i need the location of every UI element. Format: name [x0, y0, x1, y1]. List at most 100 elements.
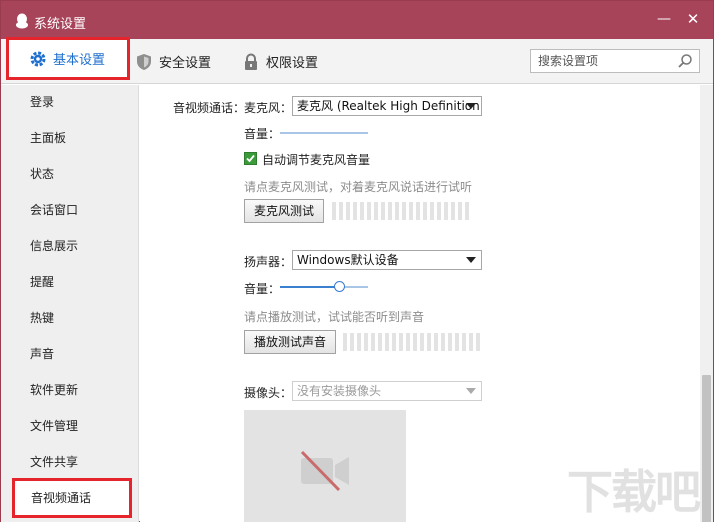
meter-bar [353, 202, 357, 220]
mic-volume-label: 音量： [244, 127, 281, 141]
meter-bar [434, 333, 438, 351]
lock-icon [245, 53, 257, 70]
meter-bar [339, 202, 343, 220]
shield-icon [137, 53, 151, 70]
watermark: 下载吧 [567, 465, 701, 519]
meter-bar [367, 202, 371, 220]
camera-off-icon [300, 450, 349, 492]
speaker-label: 扬声器： [244, 255, 293, 269]
mic-device-select[interactable]: 麦克风 (Realtek High Definition ... [292, 96, 482, 116]
meter-bar [385, 333, 389, 351]
meter-bar [465, 202, 469, 220]
camera-device-value: 没有安装摄像头 [297, 384, 382, 398]
speaker-device-select[interactable]: Windows默认设备 [292, 250, 482, 270]
meter-bar [343, 333, 347, 351]
speaker-level-meter [343, 333, 480, 351]
camera-label: 摄像头： [244, 386, 293, 400]
mic-hint: 请点麦克风测试，对着麦克风说话进行试听 [244, 180, 473, 194]
settings-search [530, 49, 700, 73]
search-icon[interactable] [677, 53, 693, 69]
speaker-hint: 请点播放测试，试试能否听到声音 [244, 310, 425, 324]
meter-bar [350, 333, 354, 351]
gear-icon [30, 51, 46, 66]
sidebar-item-chat-window[interactable]: 会话窗口 [1, 195, 138, 225]
tab-security-settings[interactable]: 安全设置 [135, 39, 231, 84]
meter-bar [381, 202, 385, 220]
speaker-device-value: Windows默认设备 [297, 253, 399, 267]
speaker-volume-knob[interactable] [334, 281, 345, 292]
meter-bar [476, 333, 480, 351]
mic-volume-slider[interactable] [280, 132, 368, 134]
penguin-logo-icon [16, 13, 28, 29]
meter-bar [469, 333, 473, 351]
sidebar-item-file-management[interactable]: 文件管理 [1, 411, 138, 441]
sidebar-item-info-display[interactable]: 信息展示 [1, 231, 138, 261]
sidebar-item-main-panel[interactable]: 主面板 [1, 123, 138, 153]
checkmark-icon [246, 154, 255, 163]
settings-sidebar: 登录 主面板 状态 会话窗口 信息展示 提醒 热键 声音 软件更新 文件管理 文… [1, 85, 139, 522]
meter-bar [413, 333, 417, 351]
sidebar-item-file-sharing[interactable]: 文件共享 [1, 447, 138, 477]
speaker-volume-label: 音量： [244, 282, 281, 296]
meter-bar [406, 333, 410, 351]
meter-bar [360, 202, 364, 220]
meter-bar [332, 202, 336, 220]
meter-bar [399, 333, 403, 351]
minimize-button[interactable]: — [655, 9, 673, 29]
mic-label: 麦克风： [244, 101, 293, 115]
close-button[interactable]: ✕ [684, 9, 702, 29]
meter-bar [430, 202, 434, 220]
meter-bar [437, 202, 441, 220]
tab-label: 权限设置 [266, 56, 319, 71]
mic-device-value: 麦克风 (Realtek High Definition ... [297, 99, 482, 113]
section-label: 音视频通话： [173, 101, 246, 115]
chevron-down-icon [466, 257, 476, 263]
chevron-down-icon [466, 388, 476, 394]
meter-bar [357, 333, 361, 351]
mic-level-meter [332, 202, 469, 220]
meter-bar [451, 202, 455, 220]
meter-bar [458, 202, 462, 220]
sidebar-item-login[interactable]: 登录 [1, 87, 138, 117]
meter-bar [388, 202, 392, 220]
meter-bar [444, 202, 448, 220]
sidebar-item-status[interactable]: 状态 [1, 159, 138, 189]
sidebar-item-av-call[interactable]: 音视频通话 [12, 478, 132, 518]
tab-label: 安全设置 [159, 56, 212, 71]
sidebar-item-software-update[interactable]: 软件更新 [1, 375, 138, 405]
meter-bar [448, 333, 452, 351]
meter-bar [402, 202, 406, 220]
meter-bar [364, 333, 368, 351]
tab-permission-settings[interactable]: 权限设置 [242, 39, 338, 84]
camera-device-select[interactable]: 没有安装摄像头 [292, 381, 482, 401]
meter-bar [371, 333, 375, 351]
sidebar-item-reminders[interactable]: 提醒 [1, 267, 138, 297]
meter-bar [395, 202, 399, 220]
window-title: 系统设置 [34, 17, 87, 32]
sidebar-item-sound[interactable]: 声音 [1, 339, 138, 369]
sidebar-item-hotkeys[interactable]: 热键 [1, 303, 138, 333]
tab-bar: 基本设置 安全设置 权限设置 [1, 37, 713, 84]
title-bar: 系统设置 — ✕ [1, 1, 713, 39]
auto-adjust-checkbox[interactable] [244, 152, 257, 165]
speaker-volume-fill [280, 286, 340, 288]
settings-window: 系统设置 — ✕ 基本设置 安全设置 权限设置 搜索设置项 登录 主面板 状态 … [0, 0, 714, 522]
search-input[interactable] [531, 50, 671, 72]
mic-test-button[interactable]: 麦克风测试 [244, 199, 324, 223]
meter-bar [378, 333, 382, 351]
meter-bar [441, 333, 445, 351]
meter-bar [416, 202, 420, 220]
meter-bar [455, 333, 459, 351]
tab-basic-settings[interactable]: 基本设置 [6, 37, 130, 80]
speaker-test-button[interactable]: 播放测试声音 [244, 330, 336, 354]
meter-bar [346, 202, 350, 220]
chevron-down-icon [466, 103, 476, 109]
meter-bar [423, 202, 427, 220]
scrollbar-thumb[interactable] [702, 375, 711, 522]
meter-bar [462, 333, 466, 351]
camera-preview [244, 410, 406, 522]
content-scrollbar[interactable] [700, 85, 713, 522]
auto-adjust-label: 自动调节麦克风音量 [262, 153, 371, 167]
meter-bar [427, 333, 431, 351]
meter-bar [392, 333, 396, 351]
